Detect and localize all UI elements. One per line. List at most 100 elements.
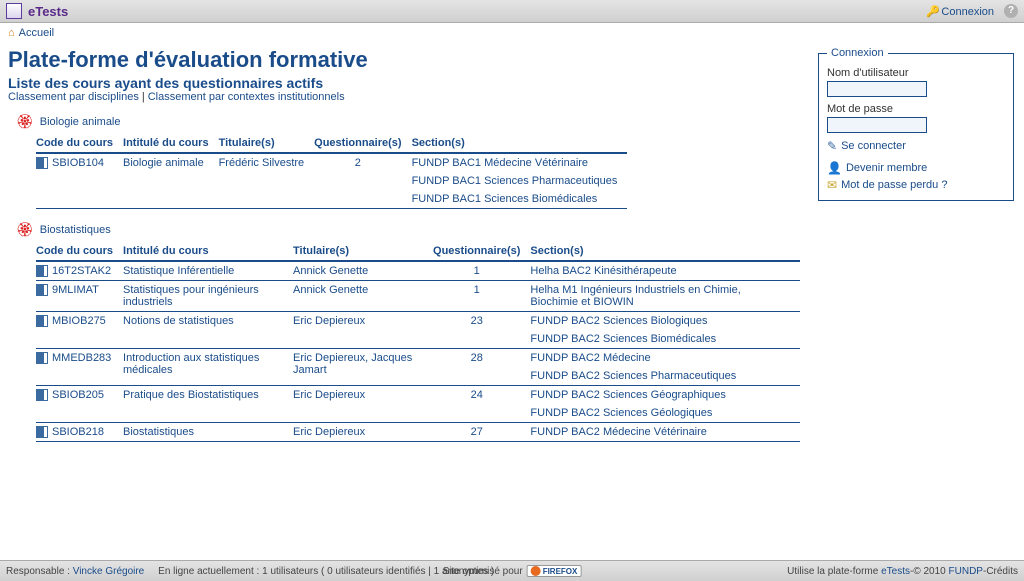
course-code-link[interactable]: MMEDB283 [52, 352, 111, 364]
course-owner: Eric Depiereux [293, 423, 433, 442]
course-code: MMEDB283 [36, 349, 123, 386]
section: Helha M1 Ingénieurs Industriels en Chimi… [530, 281, 800, 312]
table-row: SBIOB205 Pratique des Biostatistiques Eric… [36, 386, 800, 405]
pencil-icon: ✎ [827, 139, 837, 153]
course-code-link[interactable]: SBIOB205 [52, 389, 104, 401]
fundp-link[interactable]: FUNDP [949, 566, 983, 577]
forgot-link[interactable]: Mot de passe perdu ? [841, 179, 947, 191]
course-title-link[interactable]: Biostatistiques [123, 426, 194, 438]
mail-icon: ✉ [827, 178, 837, 192]
section-link[interactable]: FUNDP BAC1 Médecine Vétérinaire [412, 157, 588, 169]
section-link[interactable]: FUNDP BAC2 Médecine Vétérinaire [530, 426, 706, 438]
rank-by-discipline[interactable]: Classement par disciplines [8, 91, 139, 103]
course-code: SBIOB205 [36, 386, 123, 423]
uses-label: Utilise la plate-forme [787, 566, 878, 577]
q-link[interactable]: 1 [474, 284, 480, 296]
course-code-link[interactable]: SBIOB104 [52, 157, 104, 169]
col-title: Intitulé du cours [123, 134, 219, 153]
key-icon: 🔑 [926, 5, 938, 17]
breadcrumb-home[interactable]: Accueil [19, 27, 54, 39]
col-code: Code du cours [36, 134, 123, 153]
username-label: Nom d'utilisateur [827, 67, 1005, 79]
owner-link[interactable]: Eric Depiereux, Jacques Jamart [293, 352, 412, 376]
topbar: eTests 🔑 Connexion ? [0, 0, 1024, 23]
q-link[interactable]: 2 [355, 157, 361, 169]
course-code: 9MLIMAT [36, 281, 123, 312]
section-link[interactable]: FUNDP BAC2 Sciences Géographiques [530, 389, 725, 401]
table-row: SBIOB104 Biologie animale Frédéric Silvest… [36, 153, 627, 172]
q-link[interactable]: 28 [471, 352, 483, 364]
course-owner: Eric Depiereux [293, 386, 433, 423]
discipline-header: 🏵Biostatistiques [16, 221, 804, 238]
login-button[interactable]: Se connecter [841, 140, 906, 152]
course-code-link[interactable]: 16T2STAK2 [52, 265, 111, 277]
course-owner: Frédéric Silvestre [219, 153, 315, 209]
optim-label: Site optimisé pour [443, 566, 523, 577]
q-link[interactable]: 23 [471, 315, 483, 327]
section-link[interactable]: FUNDP BAC2 Sciences Biologiques [530, 315, 707, 327]
table-row: 9MLIMAT Statistiques pour ingénieurs indu… [36, 281, 800, 312]
q-link[interactable]: 1 [474, 265, 480, 277]
course-table: Code du coursIntitulé du coursTitulaire(… [36, 134, 627, 209]
course-code-link[interactable]: 9MLIMAT [52, 284, 99, 296]
course-title-link[interactable]: Introduction aux statistiques médicales [123, 352, 259, 376]
course-code-link[interactable]: SBIOB218 [52, 426, 104, 438]
course-title: Biologie animale [123, 153, 219, 209]
course-title-link[interactable]: Biologie animale [123, 157, 204, 169]
content: Plate-forme d'évaluation formative Liste… [8, 43, 804, 454]
course-title: Pratique des Biostatistiques [123, 386, 293, 423]
section-link[interactable]: FUNDP BAC2 Sciences Pharmaceutiques [530, 370, 736, 382]
etests-link[interactable]: eTests [881, 566, 910, 577]
discipline-link[interactable]: Biostatistiques [40, 224, 111, 236]
section-link[interactable]: FUNDP BAC2 Sciences Biomédicales [530, 333, 716, 345]
owner-link[interactable]: Annick Genette [293, 265, 368, 277]
firefox-icon [531, 566, 541, 576]
firefox-label: FIREFOX [543, 567, 578, 576]
owner-link[interactable]: Eric Depiereux [293, 426, 365, 438]
section: FUNDP BAC2 Sciences Pharmaceutiques [530, 367, 800, 386]
section-link[interactable]: FUNDP BAC2 Médecine [530, 352, 650, 364]
home-icon: ⌂ [8, 27, 15, 39]
owner-link[interactable]: Eric Depiereux [293, 315, 365, 327]
register-link[interactable]: Devenir membre [846, 162, 927, 174]
section-link[interactable]: FUNDP BAC1 Sciences Biomédicales [412, 193, 598, 205]
section-link[interactable]: Helha M1 Ingénieurs Industriels en Chimi… [530, 284, 740, 308]
page-subtitle: Liste des cours ayant des questionnaires… [8, 75, 804, 91]
section-link[interactable]: Helha BAC2 Kinésithérapeute [530, 265, 676, 277]
course-title-link[interactable]: Statistique Inférentielle [123, 265, 234, 277]
owner-link[interactable]: Eric Depiereux [293, 389, 365, 401]
owner-link[interactable]: Annick Genette [293, 284, 368, 296]
firefox-badge[interactable]: FIREFOX [527, 565, 582, 577]
book-icon [36, 157, 48, 169]
resp-link[interactable]: Vincke Grégoire [73, 566, 145, 577]
col-code: Code du cours [36, 242, 123, 261]
sidebar: Connexion Nom d'utilisateur Mot de passe… [816, 47, 1016, 201]
password-label: Mot de passe [827, 103, 1005, 115]
resp-label: Responsable : [6, 566, 70, 577]
q-link[interactable]: 27 [471, 426, 483, 438]
password-input[interactable] [827, 117, 927, 133]
section: FUNDP BAC2 Sciences Géologiques [530, 404, 800, 423]
username-input[interactable] [827, 81, 927, 97]
course-title: Introduction aux statistiques médicales [123, 349, 293, 386]
course-title-link[interactable]: Pratique des Biostatistiques [123, 389, 259, 401]
section-link[interactable]: FUNDP BAC2 Sciences Géologiques [530, 407, 712, 419]
discipline-link[interactable]: Biologie animale [40, 116, 121, 128]
book-icon [36, 315, 48, 327]
connexion-link[interactable]: 🔑 Connexion [926, 5, 994, 18]
course-title-link[interactable]: Statistiques pour ingénieurs industriels [123, 284, 259, 308]
help-icon[interactable]: ? [1004, 4, 1018, 18]
questionnaire-count: 27 [433, 423, 530, 442]
section-link[interactable]: FUNDP BAC1 Sciences Pharmaceutiques [412, 175, 618, 187]
table-row: MMEDB283Introduction aux statistiques mé… [36, 349, 800, 368]
breadcrumb: ⌂ Accueil [0, 23, 1024, 43]
rank-by-context[interactable]: Classement par contextes institutionnels [148, 91, 345, 103]
questionnaire-count: 1 [433, 281, 530, 312]
col-sec: Section(s) [530, 242, 800, 261]
owner-link[interactable]: Frédéric Silvestre [219, 157, 305, 169]
course-title-link[interactable]: Notions de statistiques [123, 315, 234, 327]
q-link[interactable]: 24 [471, 389, 483, 401]
course-code-link[interactable]: MBIOB275 [52, 315, 106, 327]
section: FUNDP BAC1 Sciences Biomédicales [412, 190, 628, 209]
section: FUNDP BAC2 Médecine [530, 349, 800, 368]
